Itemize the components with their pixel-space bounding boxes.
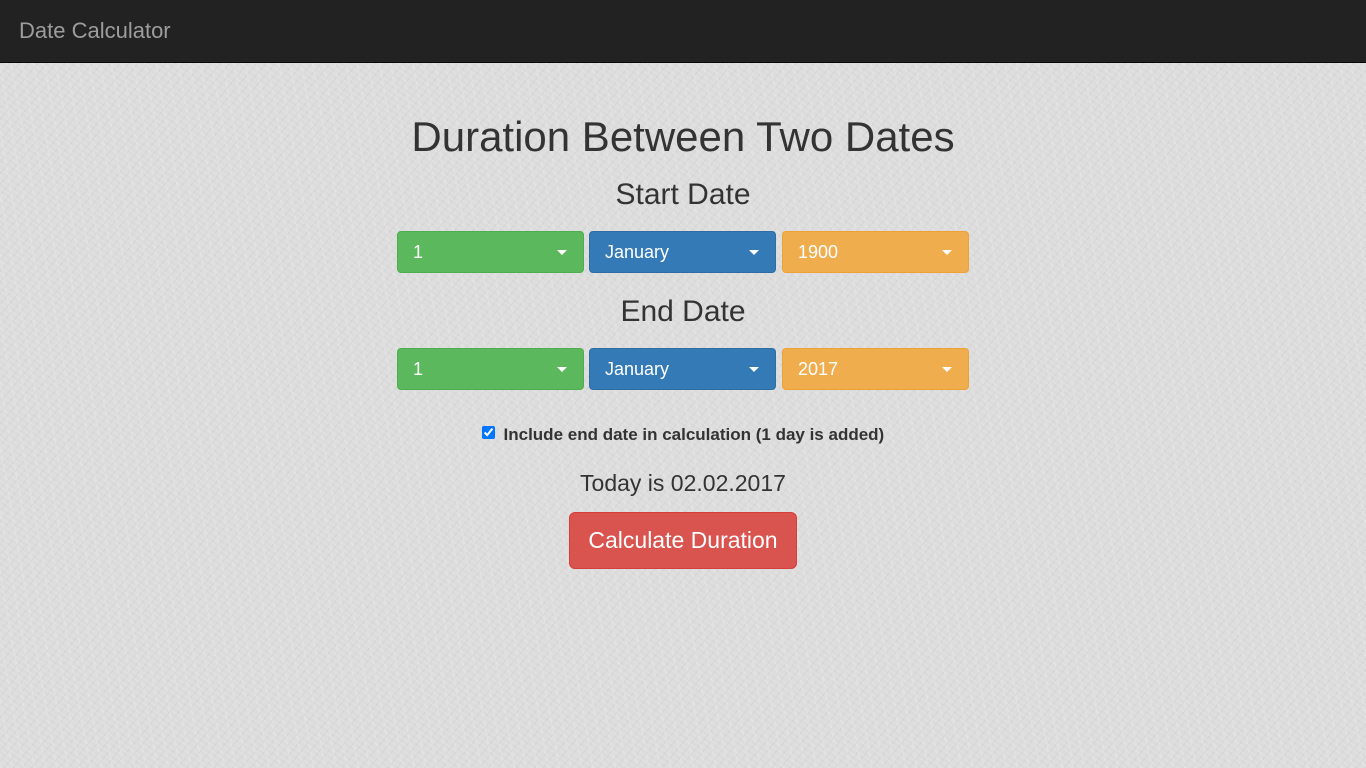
start-year-value: 1900 — [798, 242, 839, 262]
start-month-value: January — [605, 242, 670, 262]
start-day-value: 1 — [413, 242, 424, 262]
page-title: Duration Between Two Dates — [411, 113, 955, 160]
calculate-duration-button[interactable]: Calculate Duration — [569, 512, 797, 569]
include-end-date-label[interactable]: Include end date in calculation (1 day i… — [504, 425, 885, 444]
caret-down-icon — [749, 367, 759, 372]
today-text: Today is 02.02.2017 — [580, 470, 786, 496]
end-month-value: January — [605, 359, 670, 379]
end-year-select[interactable]: 2017 — [782, 348, 969, 390]
start-month-select[interactable]: January — [589, 231, 776, 273]
start-day-select[interactable]: 1 — [397, 231, 584, 273]
end-day-value: 1 — [413, 359, 424, 379]
navbar: Date Calculator — [0, 0, 1366, 63]
end-day-select[interactable]: 1 — [397, 348, 584, 390]
end-month-select[interactable]: January — [589, 348, 776, 390]
end-date-selects: 1 January 2017 — [397, 348, 969, 390]
start-date-selects: 1 January 1900 — [397, 231, 969, 273]
end-date-heading: End Date — [620, 295, 746, 328]
caret-down-icon — [749, 250, 759, 255]
caret-down-icon — [942, 250, 952, 255]
start-date-heading: Start Date — [615, 178, 751, 211]
caret-down-icon — [557, 367, 567, 372]
caret-down-icon — [557, 250, 567, 255]
caret-down-icon — [942, 367, 952, 372]
include-end-date-checkbox[interactable] — [481, 426, 495, 439]
end-year-value: 2017 — [798, 359, 839, 379]
include-end-date-option: Include end date in calculation (1 day i… — [0, 423, 1366, 447]
start-year-select[interactable]: 1900 — [782, 231, 969, 273]
navbar-brand[interactable]: Date Calculator — [19, 18, 171, 44]
